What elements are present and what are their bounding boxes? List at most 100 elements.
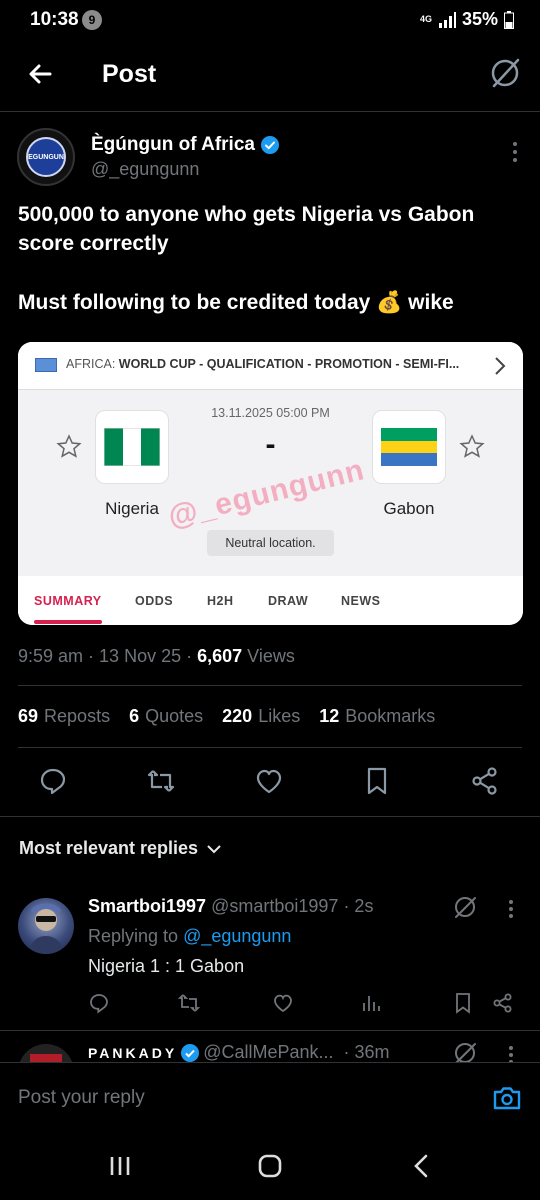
repost-icon[interactable] [146,766,176,796]
reply-author[interactable]: PANKADY @CallMePank... · 36m [88,1042,390,1063]
verified-badge-icon [260,136,279,154]
tab-draw: DRAW [268,594,309,608]
post-text-line1: 500,000 to anyone who gets Nigeria vs Ga… [18,203,475,255]
battery-icon [504,10,514,29]
network-type: 4G [419,14,432,24]
like-icon[interactable] [254,766,284,796]
reply-text: Nigeria 1 : 1 Gabon [88,956,245,976]
reply-time: · 2s [343,896,374,916]
bookmarks-label: Bookmarks [345,706,436,726]
divider [18,747,522,748]
likes-label: Likes [258,706,301,726]
views-label: Views [247,646,295,666]
favorite-away-star-icon [459,434,485,458]
nigeria-flag-icon [95,410,169,484]
quotes-stat[interactable]: 6 Quotes [129,706,203,727]
competition-bar: AFRICA: WORLD CUP - QUALIFICATION - PROM… [18,342,523,390]
reposts-count: 69 [18,706,39,726]
views-count: 6,607 [197,646,243,666]
reply-author[interactable]: Smartboi1997 @smartboi1997 · 2s [88,896,373,917]
replying-to-handle[interactable]: @_egungunn [183,926,291,946]
divider [0,1030,540,1031]
battery-percent: 35% [461,9,498,29]
tab-odds: ODDS [135,594,174,608]
replying-prefix: Replying to [88,926,179,946]
bookmark-icon[interactable] [362,766,392,796]
replies-sort-dropdown[interactable]: Most relevant replies [19,838,222,859]
reply-input-placeholder[interactable]: Post your reply [18,1087,145,1109]
top-app-bar: Post [0,40,540,112]
camera-icon[interactable] [492,1083,522,1113]
reply-avatar[interactable] [18,898,74,954]
more-options-icon[interactable] [512,140,518,164]
reply-icon[interactable] [38,766,68,796]
reposts-stat[interactable]: 69 Reposts [18,706,110,727]
chevron-right-icon [495,357,506,375]
post-meta: 9:59 am · 13 Nov 25 · 6,607 Views [18,646,295,666]
verified-badge-icon [181,1043,200,1062]
quotes-count: 6 [129,706,140,726]
favorite-home-star-icon [56,434,82,458]
bookmark-icon[interactable] [452,992,474,1014]
likes-count: 220 [222,706,253,726]
author-avatar[interactable]: EGUNGUN [17,128,75,186]
away-team-name: Gabon [383,499,435,518]
status-bar: 10:38 9 4G 35% [0,0,540,40]
tab-news: NEWS [341,594,381,608]
recent-apps-icon[interactable] [106,1152,134,1180]
share-icon[interactable] [492,992,514,1014]
analytics-icon[interactable] [360,992,382,1014]
post-time: 9:59 am [18,646,84,666]
divider [18,685,522,686]
reposts-label: Reposts [44,706,111,726]
reply-composer[interactable]: Post your reply [0,1062,540,1132]
author-avatar-logo: EGUNGUN [26,137,66,177]
like-icon[interactable] [272,992,294,1014]
match-tabs: SUMMARY ODDS H2H DRAW NEWS [18,576,523,625]
notification-count-badge: 9 [82,10,102,30]
competition-region: AFRICA: [66,357,116,371]
replies-sort-label: Most relevant replies [19,838,199,858]
competition-name: WORLD CUP - QUALIFICATION - PROMOTION - … [118,357,460,371]
grok-icon[interactable] [452,894,478,920]
venue-note: Neutral location. [207,530,334,556]
post-text-line2: Must following to be credited today 💰 wi… [18,291,454,314]
repost-icon[interactable] [178,992,200,1014]
home-icon[interactable] [256,1152,284,1180]
share-icon[interactable] [470,766,500,796]
likes-stat[interactable]: 220 Likes [222,706,300,727]
reply-actions [0,990,540,1018]
post-actions [0,762,540,802]
more-options-icon[interactable] [508,898,514,920]
divider [0,816,540,817]
replying-to: Replying to @_egungunn [88,926,291,947]
chevron-down-icon [207,844,221,853]
signal-icon [438,11,456,28]
post-stats: 69 Reposts 6 Quotes 220 Likes 12 Bookmarks [18,706,435,727]
reply-author-name: PANKADY [88,1044,178,1061]
reply-time: · 36m [343,1042,390,1062]
reply-icon[interactable] [88,992,110,1014]
author-handle[interactable]: @_egungunn [91,159,199,180]
match-card-image[interactable]: AFRICA: WORLD CUP - QUALIFICATION - PROM… [18,342,523,625]
tab-h2h: H2H [207,594,234,608]
back-nav-icon[interactable] [408,1152,436,1180]
watermark-text: @_egungunn [164,453,368,534]
system-navigation-bar [0,1132,540,1200]
competition-label: AFRICA: WORLD CUP - QUALIFICATION - PROM… [66,357,486,371]
grok-icon[interactable] [488,56,522,90]
author-name[interactable]: Ègúngun of Africa [91,134,279,156]
match-score: - [265,428,276,461]
africa-flag-icon [35,358,57,372]
post-date: 13 Nov 25 [99,646,182,666]
author-display-name: Ègúngun of Africa [91,134,255,155]
bookmarks-count: 12 [319,706,340,726]
reply-author-name: Smartboi1997 [88,896,207,916]
page-title: Post [102,60,157,88]
active-tab-indicator [34,620,102,624]
back-arrow-icon[interactable] [24,58,56,90]
reply-author-handle: @CallMePank... [203,1042,334,1062]
bookmarks-stat[interactable]: 12 Bookmarks [319,706,435,727]
tab-summary: SUMMARY [34,594,102,608]
status-right-group: 4G 35% [420,9,514,30]
